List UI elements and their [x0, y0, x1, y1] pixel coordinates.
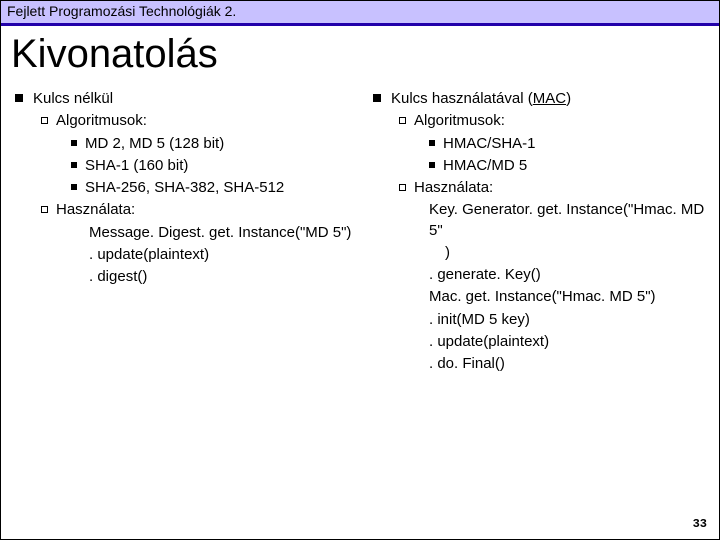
right-alg-1: HMAC/SHA-1 [429, 134, 713, 154]
open-square-bullet-icon [41, 117, 48, 124]
slide: Fejlett Programozási Technológiák 2. Kiv… [0, 0, 720, 540]
left-alg-2-text: SHA-1 (160 bit) [85, 157, 188, 174]
right-heading-mac: MAC [533, 90, 566, 107]
right-heading-post: ) [566, 90, 571, 107]
open-square-bullet-icon [399, 184, 406, 191]
left-use-label-text: Használata: [56, 201, 135, 218]
left-code-2: . update(plaintext) [89, 245, 375, 265]
square-bullet-icon [429, 162, 435, 168]
right-use-label: Használata: [399, 178, 713, 198]
left-alg-3-text: SHA-256, SHA-382, SHA-512 [85, 179, 284, 196]
square-bullet-icon [71, 184, 77, 190]
right-heading: Kulcs használatával (MAC) [373, 89, 713, 109]
right-heading-pre: Kulcs használatával ( [391, 90, 533, 107]
left-alg-2: SHA-1 (160 bit) [71, 156, 375, 176]
left-alg-1-text: MD 2, MD 5 (128 bit) [85, 135, 224, 152]
slide-title: Kivonatolás [1, 26, 719, 87]
left-code-3: . digest() [89, 267, 375, 287]
left-alg-3: SHA-256, SHA-382, SHA-512 [71, 178, 375, 198]
open-square-bullet-icon [41, 206, 48, 213]
left-alg-1: MD 2, MD 5 (128 bit) [71, 134, 375, 154]
page-number: 33 [693, 517, 707, 531]
left-code-1: Message. Digest. get. Instance("MD 5") [89, 223, 375, 243]
square-bullet-icon [15, 94, 23, 102]
right-code-2: . generate. Key() [429, 265, 713, 285]
left-use-label: Használata: [41, 200, 375, 220]
right-code-6: . do. Final() [429, 354, 713, 374]
right-code-5: . update(plaintext) [429, 332, 713, 352]
square-bullet-icon [429, 140, 435, 146]
right-alg-2-text: HMAC/MD 5 [443, 157, 527, 174]
left-heading: Kulcs nélkül [15, 89, 375, 109]
square-bullet-icon [71, 162, 77, 168]
right-alg-label-text: Algoritmusok: [414, 112, 505, 129]
right-column: Kulcs használatával (MAC) Algoritmusok: … [373, 87, 713, 374]
left-column: Kulcs nélkül Algoritmusok: MD 2, MD 5 (1… [15, 87, 375, 287]
header-text: Fejlett Programozási Technológiák 2. [7, 3, 236, 19]
left-heading-text: Kulcs nélkül [33, 90, 113, 107]
left-alg-label-text: Algoritmusok: [56, 112, 147, 129]
right-code-4: . init(MD 5 key) [429, 310, 713, 330]
square-bullet-icon [373, 94, 381, 102]
right-use-label-text: Használata: [414, 179, 493, 196]
header-bar: Fejlett Programozási Technológiák 2. [1, 1, 719, 26]
square-bullet-icon [71, 140, 77, 146]
right-code-3: Mac. get. Instance("Hmac. MD 5") [429, 287, 713, 307]
open-square-bullet-icon [399, 117, 406, 124]
right-code-1b: ) [445, 243, 713, 263]
left-alg-label: Algoritmusok: [41, 111, 375, 131]
right-code-1a: Key. Generator. get. Instance("Hmac. MD … [429, 200, 713, 241]
right-alg-2: HMAC/MD 5 [429, 156, 713, 176]
right-alg-label: Algoritmusok: [399, 111, 713, 131]
right-alg-1-text: HMAC/SHA-1 [443, 135, 536, 152]
